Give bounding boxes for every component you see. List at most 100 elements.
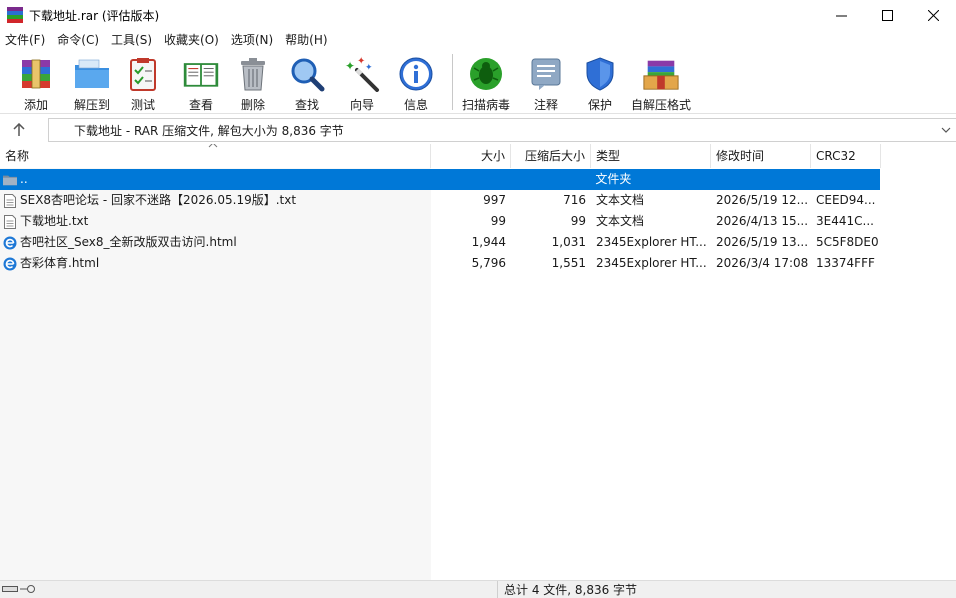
column-crc-label: CRC32 (816, 149, 856, 163)
file-packed-size: 1,031 (551, 235, 586, 249)
shield-icon (581, 55, 619, 93)
file-size: 5,796 (471, 256, 506, 270)
info-button[interactable]: 信息 (398, 50, 434, 114)
address-field[interactable]: 下载地址 - RAR 压缩文件, 解包大小为 8,836 字节 (48, 118, 956, 142)
file-name-cell: 杏吧社区_Sex8_全新改版双击访问.html (0, 232, 431, 253)
status-divider (497, 581, 498, 598)
status-icons (2, 584, 36, 594)
file-name-cell: .. (0, 169, 430, 190)
file-rows: .. 文件夹 SEX8杏吧论坛 - 回家不迷路【2026.05.19版】.txt… (0, 169, 956, 274)
file-name: SEX8杏吧论坛 - 回家不迷路【2026.05.19版】.txt (20, 193, 297, 207)
file-modified: 2026/5/19 13... (716, 235, 809, 249)
info-icon (397, 55, 435, 93)
file-modified: 2026/5/19 12... (716, 193, 809, 207)
minimize-button[interactable] (818, 0, 864, 30)
menu-favorites[interactable]: 收藏夹(O) (159, 30, 224, 50)
up-folder-button[interactable] (0, 116, 38, 143)
drive-icon[interactable] (2, 584, 18, 594)
close-button[interactable] (910, 0, 956, 30)
file-name-cell: 杏彩体育.html (0, 253, 431, 274)
column-modified-header[interactable]: 修改时间 (711, 144, 811, 168)
title-bar: 下载地址.rar (评估版本) (0, 0, 956, 30)
test-button[interactable]: 测试 (126, 50, 160, 114)
file-crc: 13374FFF (816, 256, 875, 270)
close-icon (927, 9, 939, 21)
file-modified (710, 169, 810, 190)
file-name: 杏彩体育.html (20, 256, 100, 270)
file-name: 下载地址.txt (20, 214, 89, 228)
view-button[interactable]: 查看 (180, 50, 222, 114)
add-button[interactable]: 添加 (17, 50, 55, 114)
virus-scan-button[interactable]: 扫描病毒 (461, 50, 511, 114)
magnifier-icon (288, 55, 326, 93)
file-size: 997 (483, 193, 506, 207)
file-packed-size: 716 (563, 193, 586, 207)
file-type: 文本文档 (596, 193, 645, 207)
menu-tools[interactable]: 工具(S) (106, 30, 157, 50)
status-bar: 总计 4 文件, 8,836 字节 (0, 580, 956, 598)
info-label: 信息 (403, 98, 428, 112)
file-name: .. (20, 172, 28, 186)
window-controls (818, 0, 956, 30)
column-type-label: 类型 (596, 149, 621, 163)
add-archive-icon (17, 55, 55, 93)
find-button[interactable]: 查找 (289, 50, 325, 114)
winrar-app-icon[interactable] (7, 7, 23, 23)
sfx-label: 自解压格式 (631, 98, 692, 112)
trash-can-icon (234, 55, 272, 93)
menu-bar: 文件(F) 命令(C) 工具(S) 收藏夹(O) 选项(N) 帮助(H) (0, 30, 956, 50)
sfx-box-icon (642, 55, 680, 93)
maximize-button[interactable] (864, 0, 910, 30)
text-file-icon (3, 214, 17, 229)
column-name-header[interactable]: 名称 (0, 144, 431, 168)
protect-label: 保护 (587, 98, 612, 112)
virus-scan-label: 扫描病毒 (461, 98, 510, 112)
column-size-label: 大小 (480, 149, 505, 163)
table-row[interactable]: 杏彩体育.html 5,796 1,551 2345Explorer HT...… (0, 253, 956, 274)
column-type-header[interactable]: 类型 (591, 144, 711, 168)
column-name-label: 名称 (5, 149, 30, 163)
table-row[interactable]: 杏吧社区_Sex8_全新改版双击访问.html 1,944 1,031 2345… (0, 232, 956, 253)
key-icon[interactable] (20, 584, 36, 594)
column-crc-header[interactable]: CRC32 (811, 144, 881, 168)
comment-note-icon (527, 55, 565, 93)
file-packed-size (510, 169, 590, 190)
table-row[interactable]: 下载地址.txt 99 99 文本文档 2026/4/13 15... 3E44… (0, 211, 956, 232)
menu-file[interactable]: 文件(F) (0, 30, 50, 50)
file-name: 杏吧社区_Sex8_全新改版双击访问.html (20, 235, 237, 249)
chevron-down-icon[interactable] (941, 125, 951, 135)
table-row[interactable]: SEX8杏吧论坛 - 回家不迷路【2026.05.19版】.txt 997 71… (0, 190, 956, 211)
view-book-icon (182, 55, 220, 93)
comment-button[interactable]: 注释 (529, 50, 563, 114)
wizard-button[interactable]: ✦ ✦ ✦ 向导 (343, 50, 381, 114)
toolbar-divider (452, 54, 453, 110)
sort-ascending-icon (208, 144, 218, 148)
svg-text:✦: ✦ (365, 63, 373, 73)
table-row-parent-folder[interactable]: .. 文件夹 (0, 169, 880, 190)
file-crc: 3E441C... (816, 214, 874, 228)
menu-command[interactable]: 命令(C) (52, 30, 104, 50)
file-packed-size: 1,551 (551, 256, 586, 270)
file-type: 2345Explorer HT... (596, 256, 707, 270)
view-label: 查看 (188, 98, 213, 112)
delete-button[interactable]: 删除 (237, 50, 269, 114)
column-size-header[interactable]: 大小 (431, 144, 511, 168)
column-packed-label: 压缩后大小 (524, 149, 585, 163)
text-file-icon (3, 193, 17, 208)
html-file-icon (3, 236, 17, 250)
toolbar: 添加 解压到 测试 查看 删除 查找 ✦ ✦ ✦ 向导 信息 扫描病毒 注释 保… (0, 50, 956, 114)
file-crc: CEED94... (816, 193, 876, 207)
file-crc (810, 169, 880, 190)
wizard-label: 向导 (349, 98, 374, 112)
find-label: 查找 (294, 98, 319, 112)
file-size: 1,944 (471, 235, 506, 249)
file-size (430, 169, 510, 190)
extract-to-button[interactable]: 解压到 (72, 50, 112, 114)
protect-button[interactable]: 保护 (583, 50, 617, 114)
file-type: 文件夹 (595, 172, 632, 186)
file-packed-size: 99 (570, 214, 586, 228)
menu-help[interactable]: 帮助(H) (280, 30, 332, 50)
column-packed-header[interactable]: 压缩后大小 (511, 144, 591, 168)
menu-options[interactable]: 选项(N) (226, 30, 278, 50)
sfx-button[interactable]: 自解压格式 (631, 50, 691, 114)
